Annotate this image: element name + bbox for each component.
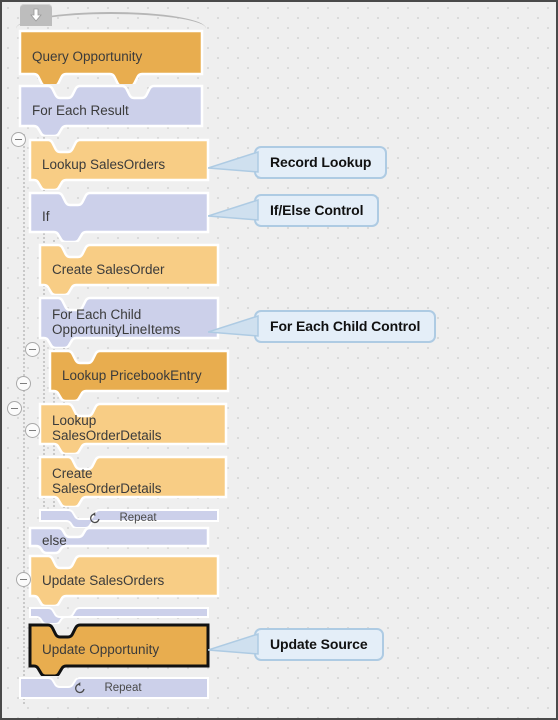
block-label: Update SalesOrders bbox=[42, 572, 165, 588]
collapse-button-for-each-result[interactable] bbox=[11, 132, 26, 147]
block-label: Lookup PricebookEntry bbox=[62, 367, 202, 383]
callout-tail bbox=[208, 150, 259, 173]
collapse-all-tab[interactable] bbox=[20, 4, 52, 26]
guide-rail-level1 bbox=[23, 134, 25, 704]
block-for-each-result[interactable]: For Each Result bbox=[18, 84, 204, 136]
block-update-salesorders[interactable]: Update SalesOrders bbox=[28, 554, 220, 606]
block-query-opportunity[interactable]: Query Opportunity bbox=[18, 29, 204, 84]
block-update-opportunity[interactable]: Update Opportunity bbox=[28, 623, 210, 676]
block-create-salesorder[interactable]: Create SalesOrder bbox=[38, 243, 220, 295]
loop-arrow-icon bbox=[75, 682, 85, 694]
block-endif-bar[interactable] bbox=[28, 606, 210, 624]
repeat-bar-outer[interactable]: Repeat bbox=[18, 676, 210, 700]
repeat-label: Repeat bbox=[104, 682, 142, 694]
flow-canvas[interactable]: Query Opportunity For Each Result Lookup… bbox=[0, 0, 558, 720]
arrow-down-icon bbox=[30, 8, 42, 22]
block-label: For Each Child OpportunityLineItems bbox=[52, 307, 181, 337]
block-label: Query Opportunity bbox=[32, 49, 143, 64]
callout-label: For Each Child Control bbox=[254, 309, 437, 343]
callout-ifelse-control: If/Else Control bbox=[208, 192, 438, 228]
block-label: Lookup SalesOrders bbox=[42, 156, 166, 172]
repeat-label: Repeat bbox=[119, 512, 157, 524]
block-label: For Each Result bbox=[32, 102, 129, 118]
callout-foreachchild-control: For Each Child Control bbox=[208, 308, 493, 344]
callout-tail bbox=[208, 632, 259, 655]
repeat-bar-inner[interactable]: Repeat bbox=[38, 508, 220, 528]
callout-tail bbox=[208, 314, 259, 337]
block-if[interactable]: If bbox=[28, 191, 210, 242]
callout-label: Update Source bbox=[254, 627, 384, 661]
block-lookup-salesorderdetails[interactable]: Lookup SalesOrderDetails bbox=[38, 402, 228, 454]
collapse-button-for-each-child[interactable] bbox=[25, 342, 40, 357]
callout-label: If/Else Control bbox=[254, 193, 380, 227]
block-lookup-pricebookentry[interactable]: Lookup PricebookEntry bbox=[48, 349, 230, 401]
block-label: Lookup SalesOrderDetails bbox=[52, 413, 162, 443]
callout-record-lookup: Record Lookup bbox=[208, 144, 438, 180]
block-label: else bbox=[42, 533, 67, 548]
collapse-button-level4[interactable] bbox=[25, 423, 40, 438]
block-create-salesorderdetails[interactable]: Create SalesOrderDetails bbox=[38, 455, 228, 507]
callout-tail bbox=[208, 198, 259, 221]
block-label: Update Opportunity bbox=[42, 642, 160, 657]
block-label: Create SalesOrder bbox=[52, 261, 165, 277]
loop-arrow-icon bbox=[90, 512, 100, 524]
block-for-each-child[interactable]: For Each Child OpportunityLineItems bbox=[38, 296, 220, 348]
block-label: Create SalesOrderDetails bbox=[52, 466, 162, 496]
collapse-button-update-salesorders[interactable] bbox=[16, 572, 31, 587]
block-lookup-salesorders[interactable]: Lookup SalesOrders bbox=[28, 138, 210, 190]
block-else[interactable]: else bbox=[28, 526, 210, 555]
callout-update-source: Update Source bbox=[208, 626, 443, 662]
collapse-button-level3[interactable] bbox=[16, 376, 31, 391]
block-shape bbox=[29, 607, 209, 624]
block-label: If bbox=[42, 209, 50, 224]
collapse-button-level2[interactable] bbox=[7, 401, 22, 416]
callout-label: Record Lookup bbox=[254, 145, 388, 179]
